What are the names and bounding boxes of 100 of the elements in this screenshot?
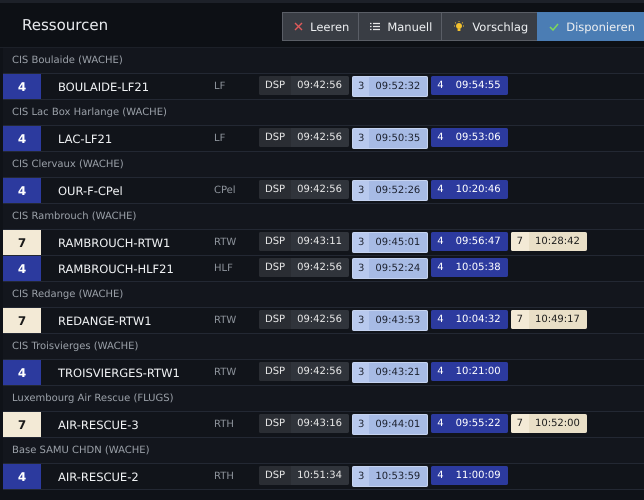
- chip-status-label: 3: [353, 181, 370, 200]
- status-time-chip: DSP 09:42:56: [259, 76, 349, 95]
- group-header: CIS Clervaux (WACHE): [3, 152, 644, 178]
- chip-status-label: 3: [353, 233, 370, 252]
- status-time-chip: 3 09:52:26: [352, 180, 428, 201]
- toolbar-button[interactable]: Vorschlag: [441, 12, 538, 41]
- chip-status-label: 4: [436, 131, 445, 145]
- status-time-chip: 3 09:43:53: [352, 310, 428, 331]
- status-badge: 4: [3, 464, 41, 489]
- toolbar-button[interactable]: Leeren: [282, 12, 358, 41]
- chip-status-label: DSP: [259, 466, 292, 485]
- unit-name: TROISVIERGES-RTW1: [57, 366, 181, 380]
- close-icon: [294, 22, 304, 31]
- toolbar-button[interactable]: Disponieren: [537, 12, 644, 41]
- status-time-chip: DSP 09:42:56: [259, 128, 349, 147]
- status-badge: 4: [3, 256, 41, 281]
- status-time-chip: DSP 09:42:56: [259, 258, 349, 277]
- status-time-chip: 4 10:21:00: [431, 362, 508, 381]
- unit-type: LF: [214, 133, 226, 144]
- unit-name: REDANGE-RTW1: [57, 314, 153, 328]
- status-time-chip: 4 09:54:55: [431, 76, 508, 95]
- status-time-chip: 3 09:45:01: [352, 232, 428, 253]
- group-header: Base SAMU CHDN (WACHE): [3, 438, 644, 464]
- unit-name: AIR-RESCUE-3: [57, 418, 140, 432]
- chip-status-label: DSP: [259, 232, 292, 251]
- chip-status-label: 7: [510, 232, 529, 251]
- toolbar-button[interactable]: Manuell: [358, 12, 442, 41]
- status-time-chip: 3 09:50:35: [352, 128, 428, 149]
- status-time-chip: 7 10:52:00: [510, 414, 587, 433]
- chip-status-label: 3: [353, 259, 370, 278]
- group-header: CIS Lac Box Harlange (WACHE): [3, 100, 644, 126]
- status-time-chip: 7 10:28:42: [510, 232, 587, 251]
- unit-name: LAC-LF21: [57, 132, 114, 146]
- chip-status-label: DSP: [259, 76, 292, 95]
- group-header: CIS Troisvierges (WACHE): [3, 334, 644, 360]
- group-header: CIS Boulaide (WACHE): [3, 48, 644, 74]
- chip-status-label: DSP: [259, 414, 292, 433]
- status-time-chip: 4 09:56:47: [431, 232, 508, 251]
- unit-type: HLF: [214, 263, 234, 274]
- status-time-chip: DSP 10:51:34: [259, 466, 349, 485]
- status-time-chip: 4 10:05:38: [431, 258, 508, 277]
- status-time-chip: 3 09:44:01: [352, 414, 428, 435]
- unit-type: RTW: [214, 315, 238, 326]
- chip-status-label: 4: [436, 79, 445, 93]
- unit-type: RTW: [214, 367, 238, 378]
- unit-type: CPel: [214, 185, 237, 196]
- chip-status-label: 4: [436, 469, 445, 483]
- chip-status-label: 4: [436, 183, 445, 197]
- chip-status-label: 7: [510, 310, 529, 329]
- chip-status-label: DSP: [259, 128, 292, 147]
- status-time-chip: 4 09:53:06: [431, 128, 508, 147]
- status-badge: 4: [3, 360, 41, 385]
- chip-status-label: 3: [353, 415, 370, 434]
- status-badge: 7: [3, 230, 41, 255]
- unit-name: RAMBROUCH-RTW1: [57, 236, 172, 250]
- status-badge: 4: [3, 126, 41, 151]
- chip-status-label: 3: [353, 467, 370, 486]
- status-time-chip: DSP 09:43:11: [259, 232, 349, 251]
- status-badge: 4: [3, 178, 41, 203]
- chip-status-label: 7: [510, 414, 529, 433]
- status-time-chip: 7 10:49:17: [510, 310, 587, 329]
- unit-type: RTH: [214, 471, 235, 482]
- status-badge: 7: [3, 412, 41, 437]
- status-time-chip: 3 09:52:32: [352, 76, 428, 97]
- chip-status-label: 4: [436, 235, 445, 249]
- chip-status-label: 4: [436, 261, 445, 275]
- status-time-chip: 4 10:20:46: [431, 180, 508, 199]
- chip-status-label: DSP: [259, 310, 292, 329]
- group-header: CIS Redange (WACHE): [3, 282, 644, 308]
- chip-status-label: 3: [353, 129, 370, 148]
- chip-status-label: DSP: [259, 258, 292, 277]
- check-icon: [549, 22, 560, 30]
- lightbulb-icon: [453, 20, 466, 32]
- status-time-chip: DSP 09:42:56: [259, 180, 349, 199]
- unit-type: LF: [214, 81, 226, 92]
- status-badge: 7: [3, 308, 41, 333]
- unit-name: RAMBROUCH-HLF21: [57, 262, 175, 276]
- status-time-chip: 4 11:00:09: [431, 466, 508, 485]
- chip-status-label: DSP: [259, 180, 292, 199]
- unit-name: OUR-F-CPel: [57, 184, 124, 198]
- chip-status-label: 3: [353, 77, 370, 96]
- unit-type: RTH: [214, 419, 235, 430]
- unit-name: AIR-RESCUE-2: [57, 470, 140, 484]
- chip-status-label: 3: [353, 311, 370, 330]
- group-header: CIS Rambrouch (WACHE): [3, 204, 644, 230]
- unit-name: BOULAIDE-LF21: [57, 80, 150, 94]
- status-time-chip: DSP 09:43:16: [259, 414, 349, 433]
- chip-status-label: 4: [436, 417, 445, 431]
- status-time-chip: 3 09:52:24: [352, 258, 428, 279]
- chip-status-label: 4: [436, 313, 445, 327]
- status-time-chip: 3 10:53:59: [352, 466, 428, 487]
- chip-status-label: 4: [436, 365, 445, 379]
- status-badge: 4: [3, 74, 41, 99]
- status-time-chip: DSP 09:42:56: [259, 362, 349, 381]
- group-header: Luxembourg Air Rescue (FLUGS): [3, 386, 644, 412]
- status-time-chip: 4 09:55:22: [431, 414, 508, 433]
- unit-type: RTW: [214, 237, 238, 248]
- status-time-chip: 3 09:43:21: [352, 362, 428, 383]
- list-icon: [370, 22, 380, 31]
- panel-title: Ressourcen: [22, 16, 108, 34]
